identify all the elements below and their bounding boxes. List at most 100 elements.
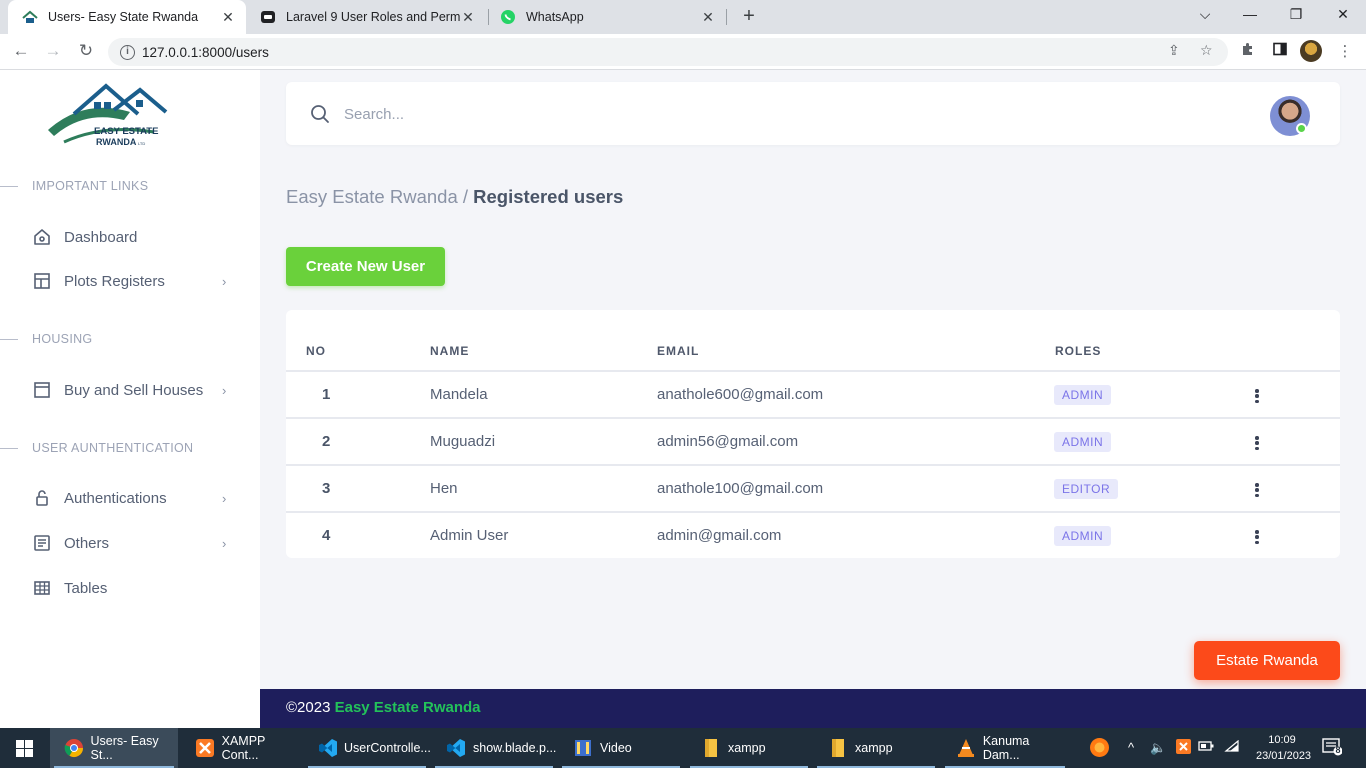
sidebar-item-tables[interactable]: Tables [32, 576, 232, 600]
sidebar-item-label: Buy and Sell Houses [64, 381, 204, 399]
taskbar-item-video[interactable]: Video [558, 728, 684, 768]
footer-copyright: ©2023 [286, 699, 331, 716]
close-icon[interactable]: ✕ [700, 9, 716, 26]
forward-icon[interactable]: → [42, 40, 64, 62]
section-housing: HOUSING [0, 332, 92, 346]
taskbar-label: UserControlle... [344, 741, 431, 755]
taskbar-label: xampp [855, 741, 893, 755]
url-text: 127.0.0.1:8000/users [142, 44, 269, 60]
taskbar-clock[interactable]: 10:09 23/01/2023 [1256, 732, 1311, 764]
folder-icon [700, 737, 722, 759]
bookmark-star-icon[interactable]: ☆ [1200, 42, 1213, 59]
new-tab-icon[interactable]: + [738, 5, 760, 27]
search-icon [310, 104, 330, 129]
vlc-icon [955, 737, 977, 759]
taskbar-label: show.blade.p... [473, 741, 557, 755]
tray-chevron-up-icon[interactable]: ^ [1128, 740, 1134, 755]
online-status-dot [1296, 123, 1307, 134]
notification-center-icon[interactable]: 8 [1322, 738, 1344, 758]
battery-icon[interactable] [1198, 740, 1214, 755]
taskbar-item-xampp[interactable]: XAMPP Cont... [180, 728, 304, 768]
row-actions-menu-icon[interactable] [1252, 480, 1262, 500]
taskbar-label: Video [600, 741, 632, 755]
cell-email: admin@gmail.com [657, 527, 782, 544]
breadcrumb-root[interactable]: Easy Estate Rwanda [286, 186, 458, 207]
back-icon[interactable]: ← [10, 40, 32, 62]
chevron-right-icon: › [222, 490, 227, 506]
chrome-icon [64, 737, 85, 759]
taskbar-item-xampp-folder-2[interactable]: xampp [813, 728, 939, 768]
footer-brand[interactable]: Easy Estate Rwanda [335, 699, 481, 716]
browser-profile-avatar[interactable] [1300, 40, 1322, 62]
extensions-icon[interactable] [1238, 42, 1258, 60]
taskbar-item-vscode-showblade[interactable]: show.blade.p... [431, 728, 557, 768]
notification-count: 8 [1335, 745, 1341, 755]
tab-laravel[interactable]: Laravel 9 User Roles and Permissi ✕ [250, 0, 486, 34]
easy-estate-logo[interactable]: EASY ESTATE RWANDA LTD [44, 80, 170, 150]
browser-toolbar: ← → ↻ i 127.0.0.1:8000/users ⇪ ☆ ⋮ [0, 34, 1366, 70]
taskbar-item-vscode-usercontroller[interactable]: UserControlle... [304, 728, 431, 768]
sidebar-item-dashboard[interactable]: Dashboard [32, 225, 232, 249]
wifi-icon[interactable] [1224, 739, 1240, 755]
home-icon [32, 227, 52, 247]
estate-rwanda-button[interactable]: Estate Rwanda [1194, 641, 1340, 680]
taskbar-label: Users- Easy St... [90, 734, 159, 762]
row-actions-menu-icon[interactable] [1252, 527, 1262, 547]
volume-icon[interactable]: 🔈 [1150, 740, 1166, 756]
close-icon[interactable]: ✕ [460, 9, 476, 26]
role-badge: ADMIN [1054, 526, 1112, 546]
role-badge: ADMIN [1054, 385, 1112, 405]
footer-text: ©2023 Easy Estate Rwanda [286, 699, 481, 716]
sidebar-item-label: Plots Registers [64, 272, 165, 290]
reload-icon[interactable]: ↻ [75, 40, 97, 62]
tab-users[interactable]: Users- Easy State Rwanda ✕ [8, 0, 246, 34]
site-info-icon[interactable]: i [120, 44, 135, 60]
taskbar-label: Kanuma Dam... [982, 734, 1030, 762]
sidebar-item-plots-registers[interactable]: Plots Registers › [32, 269, 232, 293]
tab-whatsapp[interactable]: WhatsApp ✕ [490, 0, 726, 34]
row-actions-menu-icon[interactable] [1252, 386, 1262, 406]
vscode-icon [445, 737, 467, 759]
taskbar-item-vlc[interactable]: Kanuma Dam... [941, 728, 1069, 768]
logo-line2: RWANDA [96, 137, 137, 147]
xampp-tray-icon[interactable] [1176, 739, 1191, 757]
firefox-icon[interactable] [1089, 737, 1110, 761]
breadcrumb: Easy Estate Rwanda / Registered users [286, 186, 623, 208]
taskbar-item-chrome[interactable]: Users- Easy St... [50, 728, 178, 768]
cell-name: Hen [430, 480, 458, 497]
row-actions-menu-icon[interactable] [1252, 433, 1262, 453]
more-menu-icon[interactable]: ⋮ [1335, 42, 1355, 60]
tab-search-chevron-icon[interactable]: ⌵ [1195, 6, 1215, 23]
cell-name: Mandela [430, 386, 488, 403]
taskbar-item-xampp-folder[interactable]: xampp [686, 728, 812, 768]
address-bar[interactable]: i 127.0.0.1:8000/users [108, 38, 1228, 66]
restore-icon[interactable]: ❐ [1286, 6, 1306, 23]
search-input[interactable] [344, 100, 744, 128]
column-header-name: NAME [430, 344, 470, 358]
clock-time: 10:09 [1268, 734, 1296, 746]
table-row: 4 Admin User admin@gmail.com ADMIN [286, 513, 1340, 560]
side-panel-icon[interactable] [1270, 42, 1290, 60]
footer: ©2023 Easy Estate Rwanda [260, 689, 1366, 728]
cell-no: 4 [322, 527, 331, 544]
search-card [286, 82, 1340, 145]
cell-email: admin56@gmail.com [657, 433, 799, 450]
minimize-icon[interactable]: — [1240, 6, 1260, 22]
create-new-user-button[interactable]: Create New User [286, 247, 445, 286]
sidebar-item-buy-sell-houses[interactable]: Buy and Sell Houses › [32, 378, 232, 402]
whatsapp-favicon-icon [500, 9, 516, 25]
tab-title: Users- Easy State Rwanda [48, 10, 199, 24]
close-icon[interactable]: ✕ [220, 9, 236, 26]
section-user-authentication: USER AUNTHENTICATION [0, 441, 193, 455]
window-close-icon[interactable]: ✕ [1333, 6, 1353, 23]
share-icon[interactable]: ⇪ [1168, 42, 1180, 59]
layout-icon [32, 271, 52, 291]
column-header-email: EMAIL [657, 344, 700, 358]
sidebar-item-others[interactable]: Others › [32, 531, 232, 555]
sidebar-item-authentications[interactable]: Authentications › [32, 486, 232, 510]
lock-icon [32, 488, 52, 508]
cell-email: anathole100@gmail.com [657, 480, 824, 497]
windows-start-icon[interactable] [0, 728, 48, 768]
cell-no: 3 [322, 480, 331, 497]
chevron-right-icon: › [222, 382, 227, 398]
